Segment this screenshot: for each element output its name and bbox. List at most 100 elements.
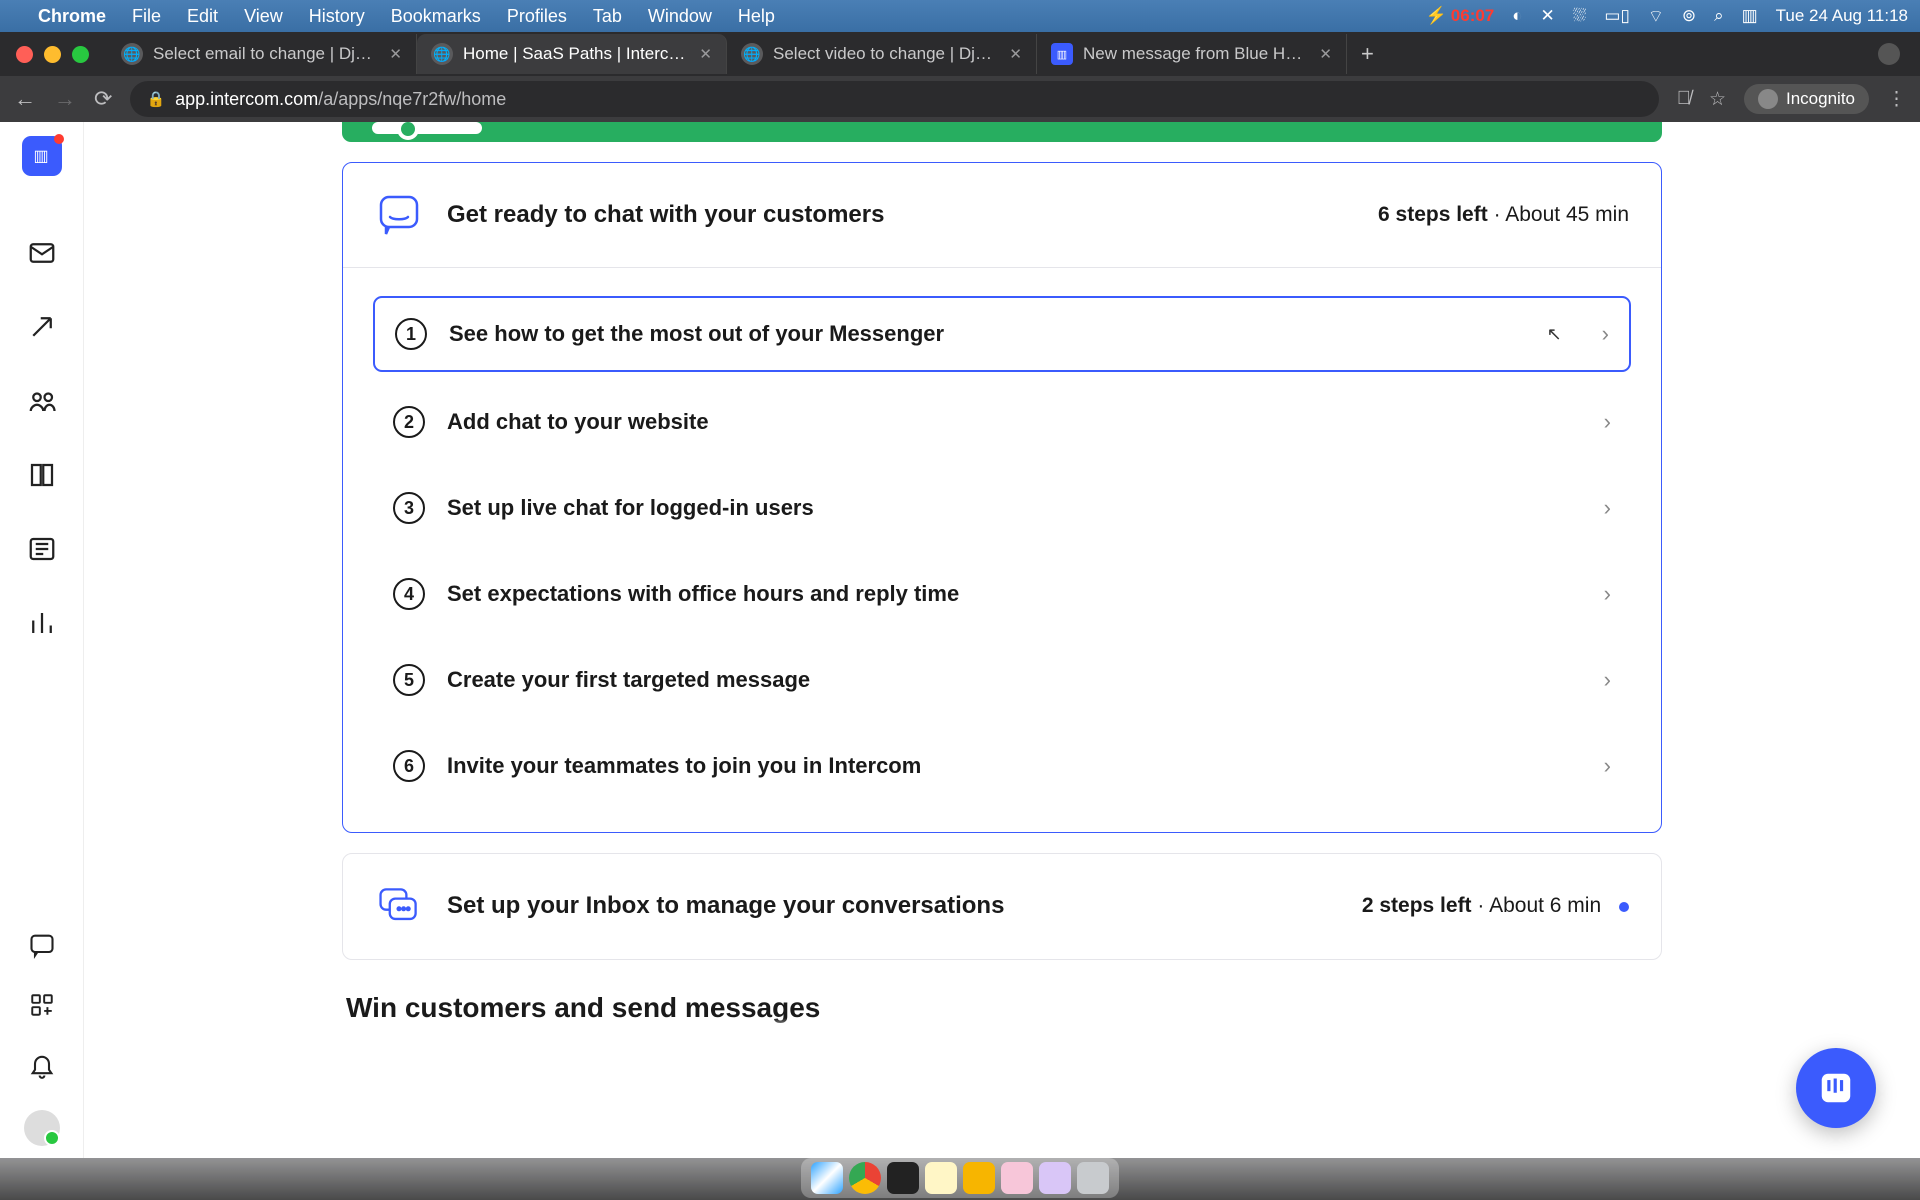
card-status: 2 steps left · About 6 min <box>1362 894 1629 918</box>
battery-status[interactable]: ⚡06:07 <box>1426 6 1495 26</box>
card-get-ready-chat: Get ready to chat with your customers 6 … <box>342 162 1662 833</box>
dock-trash-icon[interactable] <box>1077 1162 1109 1194</box>
tab-label: Home | SaaS Paths | Intercom <box>463 44 689 64</box>
chevron-right-icon: › <box>1604 581 1611 607</box>
step-label: Set up live chat for logged-in users <box>447 495 1582 521</box>
sidebar-notifications-icon[interactable] <box>27 1050 57 1080</box>
menu-bookmarks[interactable]: Bookmarks <box>391 6 481 27</box>
incognito-hat-icon <box>1758 89 1778 109</box>
cloud-icon[interactable]: ⛆ <box>1573 6 1587 26</box>
step-item[interactable]: 5 Create your first targeted message › <box>373 644 1631 716</box>
intercom-logo[interactable]: ▥ <box>22 136 62 176</box>
macos-dock <box>0 1158 1920 1200</box>
step-item[interactable]: 1 See how to get the most out of your Me… <box>373 296 1631 372</box>
step-number: 3 <box>393 492 425 524</box>
siri-icon[interactable]: ▥ <box>1742 6 1758 26</box>
battery-icon[interactable]: ▭▯ <box>1604 6 1629 26</box>
sidebar-outbound-icon[interactable] <box>27 312 57 342</box>
menu-help[interactable]: Help <box>738 6 775 27</box>
card-header[interactable]: Set up your Inbox to manage your convers… <box>343 854 1661 959</box>
browser-tab[interactable]: ▥ New message from Blue Helico ✕ <box>1037 34 1347 74</box>
chrome-window: 🌐 Select email to change | Djang ✕ 🌐 Hom… <box>0 32 1920 122</box>
tab-close-button[interactable]: ✕ <box>1009 45 1022 63</box>
dock-finder-icon[interactable] <box>811 1162 843 1194</box>
menu-file[interactable]: File <box>132 6 161 27</box>
url-host: app.intercom.com <box>175 89 318 109</box>
new-tab-button[interactable]: + <box>1347 41 1388 67</box>
tab-close-button[interactable]: ✕ <box>389 45 402 63</box>
window-close-button[interactable] <box>16 46 33 63</box>
incognito-indicator-icon <box>1878 43 1900 65</box>
dock-app-icon[interactable] <box>963 1162 995 1194</box>
do-not-disturb-icon[interactable]: ◐ <box>1512 6 1522 26</box>
user-avatar[interactable] <box>24 1110 60 1146</box>
dock-terminal-icon[interactable] <box>887 1162 919 1194</box>
menu-view[interactable]: View <box>244 6 283 27</box>
inbox-bubble-icon <box>375 882 423 930</box>
card-title: Get ready to chat with your customers <box>447 201 1354 229</box>
onboarding-progress-bar <box>342 122 1662 142</box>
step-label: Add chat to your website <box>447 409 1582 435</box>
card-status: 6 steps left · About 45 min <box>1378 203 1629 227</box>
sidebar-contacts-icon[interactable] <box>27 386 57 416</box>
menu-window[interactable]: Window <box>648 6 712 27</box>
browser-tab[interactable]: 🌐 Select video to change | Djang ✕ <box>727 34 1037 74</box>
control-center-icon[interactable]: ⊚ <box>1682 6 1696 26</box>
step-item[interactable]: 3 Set up live chat for logged-in users › <box>373 472 1631 544</box>
step-item[interactable]: 2 Add chat to your website › <box>373 386 1631 458</box>
dock-notes-icon[interactable] <box>925 1162 957 1194</box>
step-item[interactable]: 4 Set expectations with office hours and… <box>373 558 1631 630</box>
sidebar-reports-icon[interactable] <box>27 608 57 638</box>
reload-button[interactable]: ⟳ <box>94 86 112 112</box>
eye-blocked-icon[interactable]: 👁̸ <box>1677 88 1691 110</box>
messenger-bubble-icon <box>375 191 423 239</box>
tool-icon[interactable]: ✕ <box>1541 6 1555 26</box>
spotlight-icon[interactable]: ⌕ <box>1714 6 1724 26</box>
tab-label: Select video to change | Djang <box>773 44 999 64</box>
active-app-name[interactable]: Chrome <box>38 6 106 27</box>
dock-folder-icon[interactable] <box>1001 1162 1033 1194</box>
tab-close-button[interactable]: ✕ <box>1319 45 1332 63</box>
dock-folder-icon[interactable] <box>1039 1162 1071 1194</box>
incognito-badge[interactable]: Incognito <box>1744 84 1869 114</box>
window-maximize-button[interactable] <box>72 46 89 63</box>
card-header[interactable]: Get ready to chat with your customers 6 … <box>343 163 1661 268</box>
bookmark-star-icon[interactable]: ☆ <box>1709 88 1726 111</box>
tab-label: New message from Blue Helico <box>1083 44 1309 64</box>
address-bar-row: ← → ⟳ 🔒 app.intercom.com/a/apps/nqe7r2fw… <box>0 76 1920 122</box>
chrome-menu-button[interactable]: ⋮ <box>1887 88 1906 111</box>
sidebar-messenger-icon[interactable] <box>27 930 57 960</box>
wifi-icon[interactable]: ⌔ <box>1648 6 1664 27</box>
sidebar-articles-icon[interactable] <box>27 460 57 490</box>
browser-tab[interactable]: 🌐 Select email to change | Djang ✕ <box>107 34 417 74</box>
back-button[interactable]: ← <box>14 86 36 112</box>
page-content: ▥ <box>0 122 1920 1158</box>
step-label: Invite your teammates to join you in Int… <box>447 753 1582 779</box>
unread-indicator-icon <box>1619 902 1629 912</box>
menu-history[interactable]: History <box>309 6 365 27</box>
intercom-launcher-button[interactable] <box>1796 1048 1876 1128</box>
address-bar[interactable]: 🔒 app.intercom.com/a/apps/nqe7r2fw/home <box>130 81 1658 117</box>
window-minimize-button[interactable] <box>44 46 61 63</box>
card-title: Set up your Inbox to manage your convers… <box>447 892 1338 920</box>
browser-tab-active[interactable]: 🌐 Home | SaaS Paths | Intercom ✕ <box>417 34 727 74</box>
sidebar-news-icon[interactable] <box>27 534 57 564</box>
forward-button[interactable]: → <box>54 86 76 112</box>
dock-chrome-icon[interactable] <box>849 1162 881 1194</box>
step-item[interactable]: 6 Invite your teammates to join you in I… <box>373 730 1631 802</box>
menu-edit[interactable]: Edit <box>187 6 218 27</box>
chevron-right-icon: › <box>1604 495 1611 521</box>
window-controls <box>16 46 89 63</box>
step-number: 1 <box>395 318 427 350</box>
menu-profiles[interactable]: Profiles <box>507 6 567 27</box>
step-label: See how to get the most out of your Mess… <box>449 321 1543 347</box>
cursor-pointer-icon: ↖ <box>1547 324 1562 345</box>
globe-icon: 🌐 <box>121 43 143 65</box>
tab-close-button[interactable]: ✕ <box>699 45 712 63</box>
card-setup-inbox[interactable]: Set up your Inbox to manage your convers… <box>342 853 1662 960</box>
sidebar-inbox-icon[interactable] <box>27 238 57 268</box>
sidebar-apps-icon[interactable] <box>27 990 57 1020</box>
menu-tab[interactable]: Tab <box>593 6 622 27</box>
clock[interactable]: Tue 24 Aug 11:18 <box>1776 6 1908 26</box>
step-number: 6 <box>393 750 425 782</box>
